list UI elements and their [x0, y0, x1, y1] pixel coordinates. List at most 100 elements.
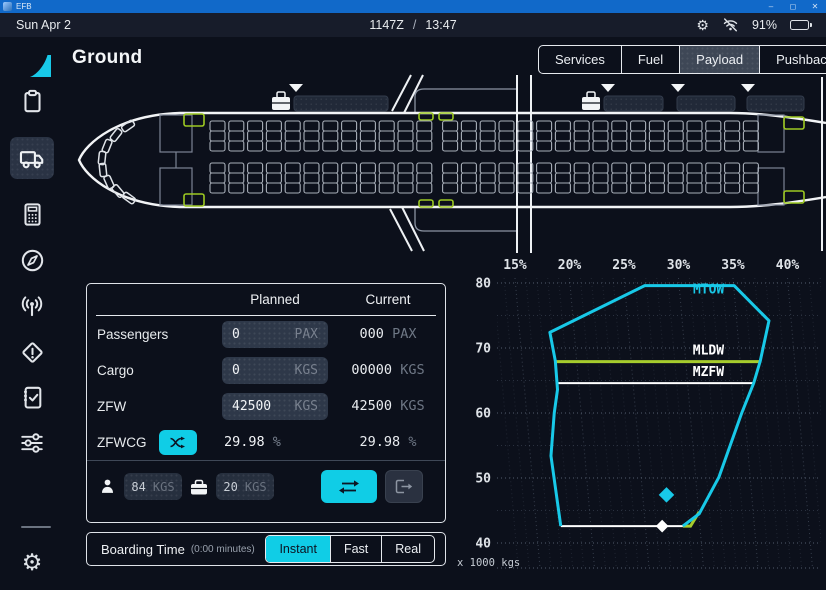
seat[interactable] — [398, 121, 413, 131]
tab-services[interactable]: Services — [539, 46, 621, 73]
seat[interactable] — [743, 141, 758, 151]
zfwcg-shuffle-button[interactable] — [159, 430, 197, 455]
seat[interactable] — [574, 131, 589, 141]
seat[interactable] — [266, 173, 281, 183]
seat[interactable] — [379, 131, 394, 141]
seat[interactable] — [687, 121, 702, 131]
quick-settings-gear-icon[interactable]: ⚙ — [696, 18, 709, 32]
seat[interactable] — [342, 131, 357, 141]
sidebar-item-failures[interactable] — [10, 331, 54, 373]
seat[interactable] — [285, 131, 300, 141]
seat[interactable] — [687, 183, 702, 193]
seat[interactable] — [612, 173, 627, 183]
seat[interactable] — [706, 121, 721, 131]
seat[interactable] — [443, 121, 458, 131]
seat[interactable] — [668, 163, 683, 173]
seat[interactable] — [443, 141, 458, 151]
seat[interactable] — [266, 183, 281, 193]
seat[interactable] — [725, 183, 740, 193]
seat[interactable] — [398, 163, 413, 173]
seat[interactable] — [649, 163, 664, 173]
seat[interactable] — [612, 183, 627, 193]
seat[interactable] — [555, 141, 570, 151]
passengers-input[interactable]: 0 PAX — [222, 321, 328, 348]
seat[interactable] — [323, 141, 338, 151]
seat[interactable] — [593, 121, 608, 131]
seat[interactable] — [593, 173, 608, 183]
seat[interactable] — [649, 173, 664, 183]
seat[interactable] — [379, 173, 394, 183]
seat[interactable] — [593, 141, 608, 151]
seat[interactable] — [631, 121, 646, 131]
seat[interactable] — [210, 183, 225, 193]
seat[interactable] — [480, 121, 495, 131]
seat[interactable] — [631, 141, 646, 151]
sidebar-item-settings[interactable]: ⚙ — [10, 541, 54, 583]
seat[interactable] — [499, 173, 514, 183]
seat[interactable] — [461, 121, 476, 131]
seat[interactable] — [248, 173, 263, 183]
seat[interactable] — [499, 121, 514, 131]
seat[interactable] — [443, 163, 458, 173]
seat[interactable] — [743, 163, 758, 173]
tab-fuel[interactable]: Fuel — [621, 46, 679, 73]
seat[interactable] — [323, 163, 338, 173]
sidebar-item-performance[interactable] — [10, 193, 54, 235]
seat[interactable] — [668, 121, 683, 131]
seat[interactable] — [229, 121, 244, 131]
seat[interactable] — [555, 131, 570, 141]
seat[interactable] — [342, 173, 357, 183]
seat[interactable] — [229, 173, 244, 183]
seat[interactable] — [743, 183, 758, 193]
seat[interactable] — [537, 131, 552, 141]
seat[interactable] — [266, 131, 281, 141]
seat[interactable] — [631, 131, 646, 141]
seat[interactable] — [210, 163, 225, 173]
seat[interactable] — [342, 141, 357, 151]
seat[interactable] — [593, 183, 608, 193]
seat[interactable] — [323, 173, 338, 183]
seat[interactable] — [248, 121, 263, 131]
seat[interactable] — [210, 173, 225, 183]
aft-baggage-marker[interactable] — [671, 84, 685, 92]
tab-pushback[interactable]: Pushback — [759, 46, 826, 73]
seat[interactable] — [499, 183, 514, 193]
seat[interactable] — [248, 163, 263, 173]
seat[interactable] — [379, 141, 394, 151]
seat[interactable] — [574, 141, 589, 151]
seat[interactable] — [687, 163, 702, 173]
seat[interactable] — [304, 183, 319, 193]
seat[interactable] — [398, 141, 413, 151]
seat[interactable] — [725, 131, 740, 141]
seat[interactable] — [649, 183, 664, 193]
seat[interactable] — [555, 183, 570, 193]
seat[interactable] — [360, 141, 375, 151]
seat[interactable] — [248, 131, 263, 141]
seat[interactable] — [342, 121, 357, 131]
cargo-input[interactable]: 0 KGS — [222, 357, 328, 384]
seat[interactable] — [304, 131, 319, 141]
seat[interactable] — [417, 121, 432, 131]
seat[interactable] — [499, 141, 514, 151]
seat[interactable] — [593, 131, 608, 141]
seat[interactable] — [360, 173, 375, 183]
seat[interactable] — [668, 131, 683, 141]
seat[interactable] — [285, 121, 300, 131]
seat[interactable] — [417, 173, 432, 183]
seat[interactable] — [649, 121, 664, 131]
sidebar-item-atc[interactable] — [10, 285, 54, 327]
per-pax-weight-input[interactable]: 84KGS — [124, 473, 182, 500]
seat[interactable] — [229, 183, 244, 193]
sidebar-item-navigation[interactable] — [10, 239, 54, 281]
seat[interactable] — [285, 173, 300, 183]
seat[interactable] — [706, 183, 721, 193]
seat[interactable] — [687, 131, 702, 141]
seat[interactable] — [342, 183, 357, 193]
seat[interactable] — [417, 131, 432, 141]
maximize-button[interactable]: ◻ — [782, 2, 804, 11]
close-button[interactable]: ✕ — [804, 2, 826, 11]
seat[interactable] — [360, 131, 375, 141]
seat[interactable] — [706, 173, 721, 183]
seat[interactable] — [725, 163, 740, 173]
seat[interactable] — [304, 173, 319, 183]
